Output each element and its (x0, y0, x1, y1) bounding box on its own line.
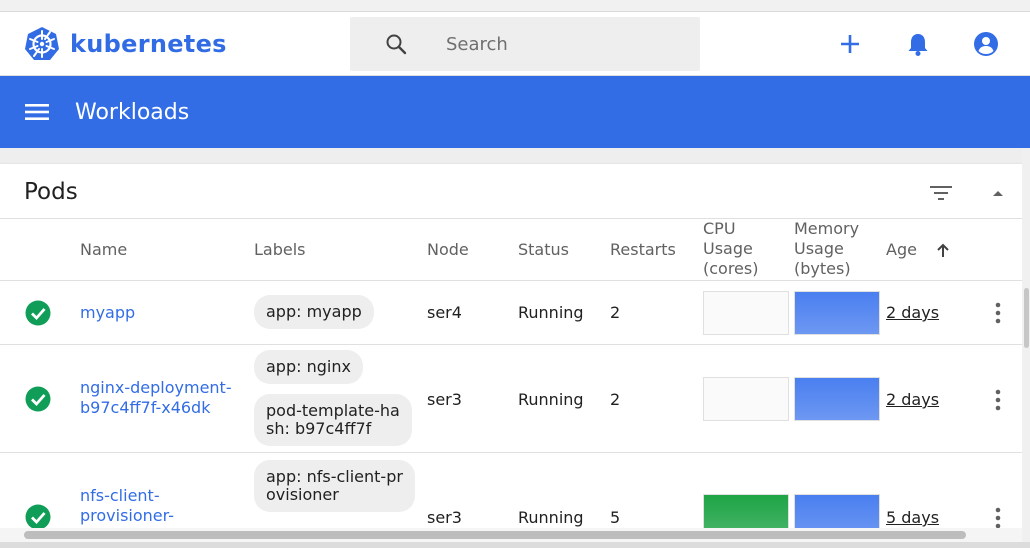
label-chip-line: sh: b97c4ff7f (266, 419, 372, 438)
pod-node: ser3 (427, 508, 462, 527)
arrow-up-icon (937, 243, 949, 257)
brand-name: kubernetes (70, 30, 227, 58)
browser-bookmark-bar (0, 0, 1030, 12)
pod-node: ser3 (427, 390, 462, 409)
cpu-sparkline (703, 377, 789, 421)
chevron-up-icon[interactable] (990, 186, 1006, 200)
pod-name-line: nginx-deployment- (80, 378, 232, 397)
col-header-node[interactable]: Node (427, 240, 469, 260)
cpu-sparkline (703, 291, 789, 335)
check-circle-icon (25, 300, 51, 326)
label-chip-line: app: nfs-client-pr (266, 467, 403, 486)
label-chip-line: pod-template-ha (266, 401, 400, 420)
check-circle-icon (25, 504, 51, 530)
col-header-age[interactable]: Age (886, 240, 949, 260)
check-circle-icon (25, 386, 51, 412)
divider (0, 218, 1022, 219)
pod-node: ser4 (427, 303, 462, 322)
col-header-memory-line: Usage (794, 239, 844, 258)
search-box[interactable] (350, 17, 700, 71)
col-header-cpu-line: CPU (703, 219, 736, 238)
memory-sparkline-fill (795, 378, 879, 420)
label-chip-line: ovisioner (266, 485, 339, 504)
app-root: kubernetes Workloads (0, 0, 1030, 548)
col-header-labels: Labels (254, 240, 306, 259)
page-title: Workloads (75, 100, 190, 125)
pods-card-title: Pods (24, 179, 78, 205)
pod-name-link[interactable]: nfs-client- provisioner- (80, 486, 174, 526)
col-header-status[interactable]: Status (518, 240, 569, 260)
pod-name-line: myapp (80, 303, 136, 322)
label-chip: app: nginx (254, 350, 363, 384)
vertical-scrollbar-thumb[interactable] (1024, 288, 1029, 348)
pod-name-link[interactable]: myapp (80, 303, 135, 323)
pod-restarts: 5 (610, 508, 621, 527)
pods-card: Pods Name Labels Node Status Restarts CP… (0, 164, 1022, 548)
filter-icon[interactable] (928, 180, 954, 206)
col-header-memory-line: (bytes) (794, 259, 851, 278)
bell-icon[interactable] (904, 30, 932, 58)
divider (0, 452, 1022, 453)
pod-name-line: b97c4ff7f-x46dk (80, 398, 211, 417)
memory-sparkline (794, 377, 880, 421)
search-icon (386, 34, 407, 55)
workloads-toolbar: Workloads (0, 76, 1030, 148)
kebab-icon[interactable] (994, 301, 1002, 325)
kebab-icon[interactable] (994, 388, 1002, 412)
col-header-cpu: CPU Usage (cores) (703, 219, 758, 279)
divider (0, 280, 1022, 281)
label-chip: app: nfs-client-pr ovisioner (254, 460, 415, 512)
pod-status: Running (518, 508, 584, 527)
account-icon[interactable] (972, 30, 1000, 58)
pod-status: Running (518, 303, 584, 322)
vertical-scrollbar[interactable] (1022, 148, 1030, 542)
brand[interactable]: kubernetes (24, 26, 227, 62)
pod-name-line: nfs-client- (80, 486, 160, 505)
kebab-icon[interactable] (994, 506, 1002, 530)
app-header: kubernetes (0, 12, 1030, 76)
label-chip: app: myapp (254, 295, 374, 329)
pod-name-link[interactable]: nginx-deployment- b97c4ff7f-x46dk (80, 378, 232, 418)
memory-sparkline (794, 291, 880, 335)
memory-sparkline-fill (795, 292, 879, 334)
col-header-cpu-line: Usage (703, 239, 753, 258)
search-input[interactable] (446, 31, 686, 57)
add-icon[interactable] (836, 30, 864, 58)
col-header-cpu-line: (cores) (703, 259, 759, 278)
pod-age[interactable]: 2 days (886, 303, 939, 322)
pod-status: Running (518, 390, 584, 409)
col-header-name[interactable]: Name (80, 240, 127, 260)
pod-restarts: 2 (610, 390, 621, 409)
horizontal-scrollbar[interactable] (0, 528, 1022, 542)
browser-bottom-edge (0, 542, 1030, 548)
pod-age[interactable]: 5 days (886, 508, 939, 527)
col-header-memory-line: Memory (794, 219, 860, 238)
col-header-restarts[interactable]: Restarts (610, 240, 676, 260)
pod-age[interactable]: 2 days (886, 390, 939, 409)
col-header-age-label: Age (886, 240, 917, 259)
pod-restarts: 2 (610, 303, 621, 322)
kubernetes-logo-icon (25, 27, 59, 60)
col-header-memory: Memory Usage (bytes) (794, 219, 859, 279)
menu-icon[interactable] (24, 100, 50, 124)
label-chip: pod-template-ha sh: b97c4ff7f (254, 394, 412, 446)
pod-name-line: provisioner- (80, 506, 174, 525)
horizontal-scrollbar-thumb[interactable] (24, 531, 966, 539)
divider (0, 344, 1022, 345)
